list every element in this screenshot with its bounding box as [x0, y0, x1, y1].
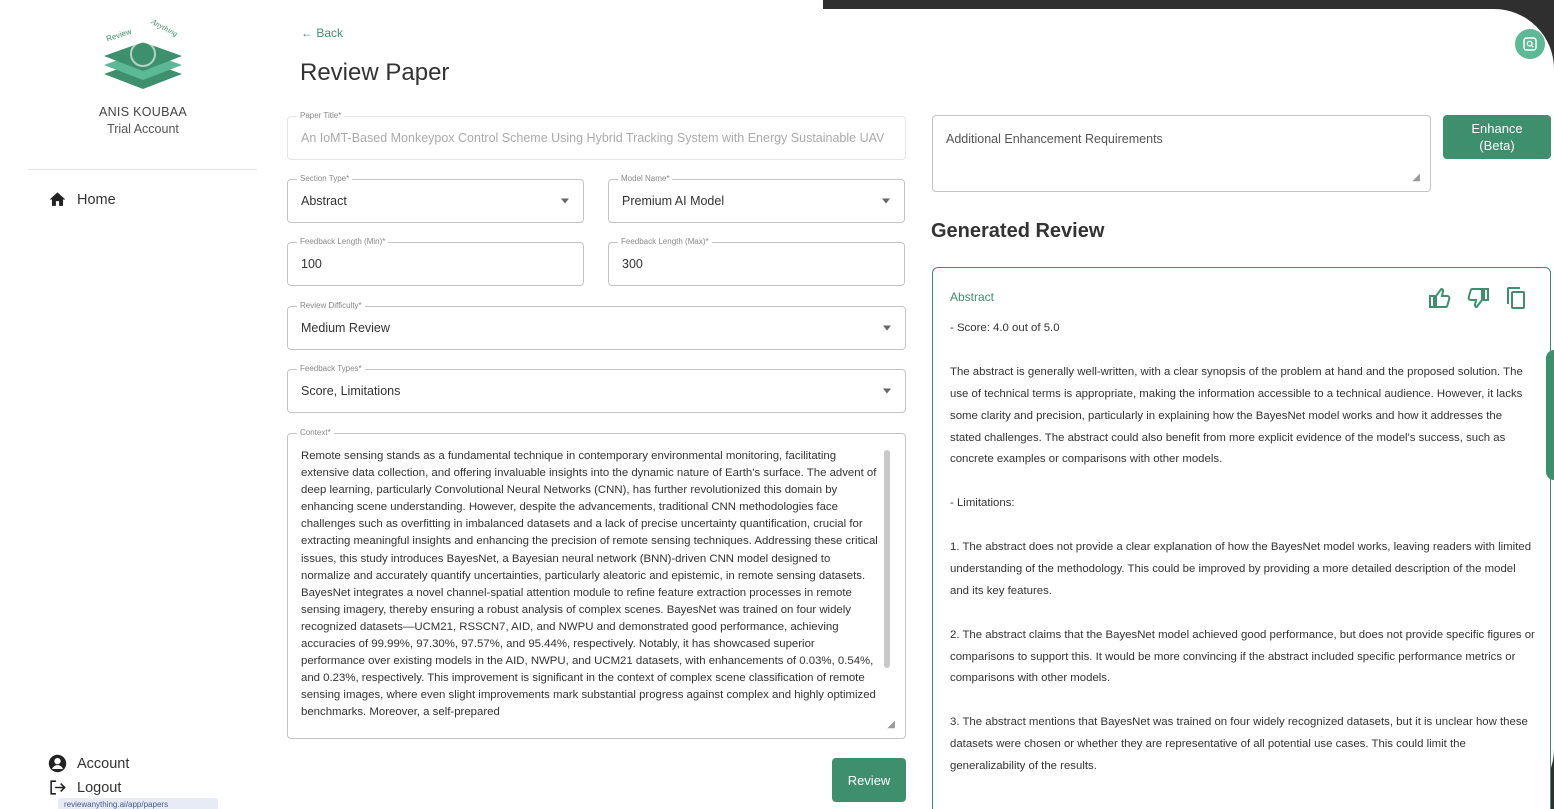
- user-role: Trial Account: [107, 122, 179, 136]
- review-paragraph: - Score: 4.0 out of 5.0: [950, 322, 1060, 334]
- copy-icon[interactable]: [1504, 286, 1528, 310]
- sidebar-item-label: Account: [77, 755, 130, 772]
- field-value: An IoMT-Based Monkeypox Control Scheme U…: [301, 131, 885, 145]
- logo: Review Anything: [104, 18, 182, 89]
- review-paragraph: 1. The abstract does not provide a clear…: [950, 541, 1532, 597]
- review-paragraph: The abstract is generally well-written, …: [950, 365, 1523, 466]
- sidebar-item-account[interactable]: Account: [48, 754, 129, 773]
- field-label: Review Difficulty*: [297, 301, 365, 311]
- field-label: Feedback Types*: [297, 364, 365, 374]
- page-title: Review Paper: [300, 59, 450, 86]
- sidebar-item-label: Logout: [77, 779, 122, 796]
- field-value: Medium Review: [301, 321, 390, 335]
- resize-handle-icon[interactable]: ◢: [887, 719, 895, 730]
- field-label: Paper Title*: [297, 111, 345, 121]
- sidebar-item-label: Home: [77, 191, 116, 208]
- field-value: 100: [301, 257, 322, 271]
- thumbs-up-icon[interactable]: [1428, 286, 1452, 310]
- generated-review-title: Generated Review: [931, 220, 1105, 242]
- context-text: Remote sensing stands as a fundamental t…: [301, 450, 878, 719]
- feedback-max-input[interactable]: Feedback Length (Max)* 300: [608, 237, 905, 286]
- search-icon: [1523, 37, 1537, 51]
- search-fab[interactable]: [1515, 29, 1545, 59]
- review-body: - Score: 4.0 out of 5.0 The abstract is …: [950, 318, 1535, 800]
- scrollbar[interactable]: [884, 450, 890, 668]
- caret-down-icon: [883, 325, 891, 331]
- field-label: Feedback Length (Max)*: [618, 237, 712, 247]
- review-card: Abstract - Score: 4.0 out of 5.0 The abs…: [932, 267, 1551, 809]
- main-content: ← Back Review Paper Paper Title* An IoMT…: [273, 9, 1554, 809]
- feedback-min-input[interactable]: Feedback Length (Min)* 100: [287, 237, 584, 286]
- feedback-types-select[interactable]: Feedback Types* Score, Limitations: [287, 364, 906, 413]
- side-drawer-tab[interactable]: [1546, 350, 1554, 480]
- context-textarea[interactable]: Context* Remote sensing stands as a fund…: [287, 428, 906, 739]
- user-name: ANIS KOUBAA: [98, 105, 188, 119]
- review-section-label: Abstract: [950, 290, 995, 304]
- model-name-select[interactable]: Model Name* Premium AI Model: [608, 174, 905, 223]
- logo-text-anything: Anything: [149, 18, 180, 38]
- review-paragraph: 2. The abstract claims that the BayesNet…: [950, 628, 1535, 685]
- thumbs-down-icon[interactable]: [1466, 286, 1490, 310]
- logout-icon: [50, 780, 66, 795]
- account-icon: [48, 754, 67, 773]
- home-icon: [49, 192, 66, 206]
- caret-down-icon: [882, 198, 890, 204]
- review-paragraph: - Limitations:: [950, 497, 1015, 510]
- enhance-button[interactable]: Enhance (Beta): [1443, 115, 1551, 159]
- sidebar-item-home[interactable]: Home: [48, 190, 116, 209]
- field-label: Model Name*: [618, 174, 673, 184]
- caret-down-icon: [883, 388, 891, 394]
- logo-text-review: Review: [105, 27, 133, 44]
- field-label: Section Type*: [297, 174, 353, 184]
- sidebar-item-logout[interactable]: Logout: [48, 778, 121, 797]
- field-value: Score, Limitations: [301, 384, 401, 398]
- enhancement-textarea[interactable]: Additional Enhancement Requirements ◢: [932, 115, 1431, 192]
- section-type-select[interactable]: Section Type* Abstract: [287, 174, 584, 223]
- enhance-button-label: Enhance: [1471, 121, 1523, 136]
- field-value: Premium AI Model: [622, 194, 725, 208]
- sidebar: Review Anything ANIS KOUBAA Trial Accoun…: [0, 0, 272, 809]
- url-hint: reviewanything.ai/app/papers: [58, 798, 218, 809]
- sidebar-divider: [28, 169, 257, 170]
- field-label: Feedback Length (Min)*: [297, 237, 389, 247]
- enhancement-placeholder: Additional Enhancement Requirements: [946, 132, 1163, 146]
- field-value: 300: [622, 257, 643, 271]
- review-paragraph: 3. The abstract mentions that BayesNet w…: [950, 716, 1528, 773]
- paper-title-field[interactable]: Paper Title* An IoMT-Based Monkeypox Con…: [287, 111, 906, 160]
- field-label: Context*: [297, 428, 334, 438]
- enhance-button-sublabel: (Beta): [1479, 138, 1515, 153]
- resize-handle-icon[interactable]: ◢: [1412, 172, 1420, 183]
- review-actions: [1428, 286, 1528, 310]
- review-button[interactable]: Review: [832, 758, 906, 802]
- field-value: Abstract: [301, 194, 347, 208]
- back-link[interactable]: ← Back: [301, 26, 343, 40]
- caret-down-icon: [561, 198, 569, 204]
- review-difficulty-select[interactable]: Review Difficulty* Medium Review: [287, 301, 906, 350]
